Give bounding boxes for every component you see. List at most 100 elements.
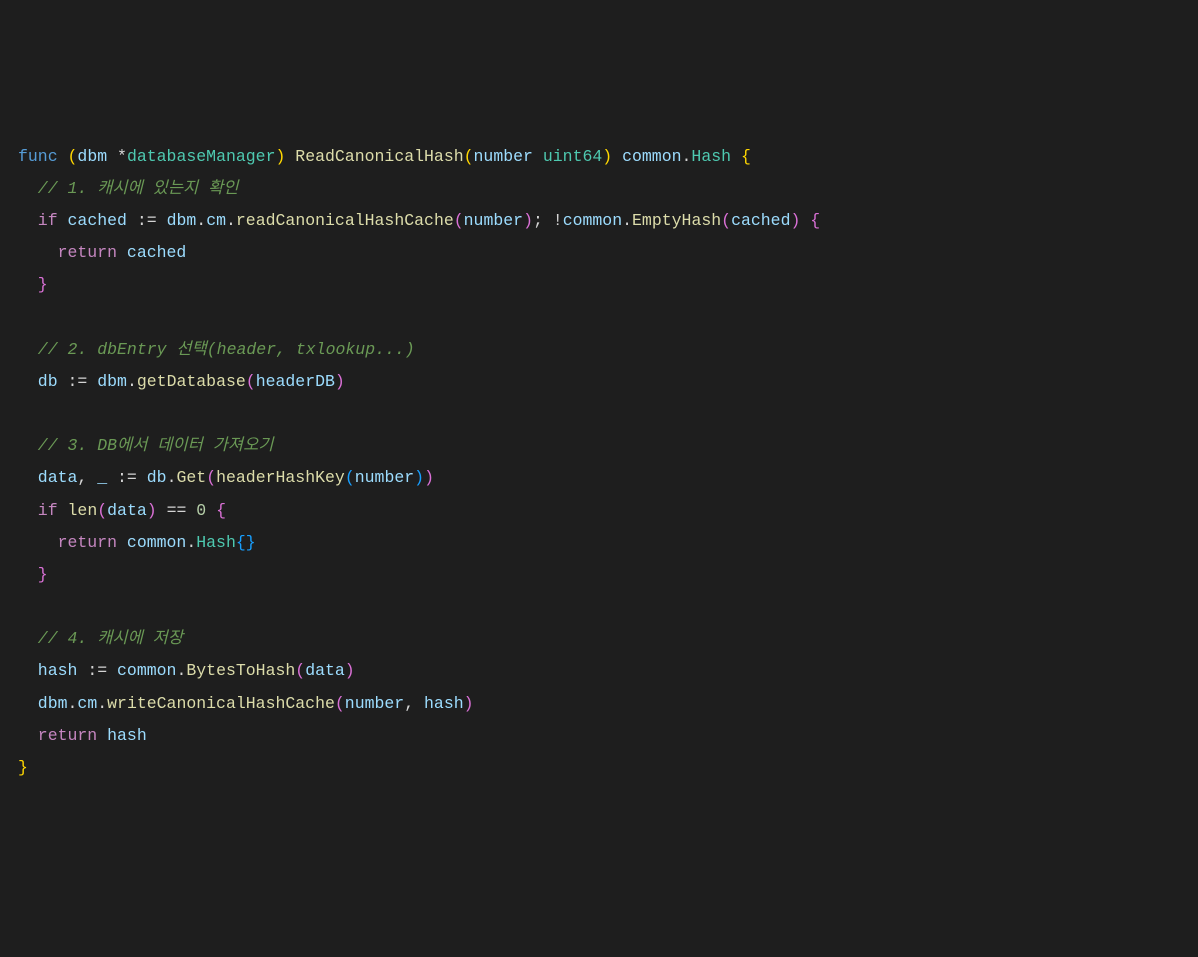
paren-close: ) [424,468,434,487]
paren-close: ) [345,661,355,680]
code-line: } [18,752,1180,784]
var-name: cached [68,211,127,230]
var-name: db [147,468,167,487]
code-line: return hash [18,720,1180,752]
paren-open: ( [295,661,305,680]
pkg-name: common [622,147,681,166]
dot: . [176,661,186,680]
brace-open: { [216,501,226,520]
type-name: databaseManager [127,147,276,166]
code-line: return cached [18,237,1180,269]
code-line: // 1. 캐시에 있는지 확인 [18,173,1180,205]
comment: // 4. 캐시에 저장 [38,629,183,648]
code-line: } [18,269,1180,301]
paren-open: ( [464,147,474,166]
paren-open: ( [246,372,256,391]
paren-close: ) [147,501,157,520]
brace-open: { [741,147,751,166]
code-line: return common.Hash{} [18,527,1180,559]
keyword-return: return [58,533,117,552]
code-editor-view: func (dbm *databaseManager) ReadCanonica… [18,141,1180,784]
paren-close: ) [414,468,424,487]
number-literal: 0 [196,501,206,520]
paren-open: ( [335,694,345,713]
dot: . [97,694,107,713]
code-line: // 2. dbEntry 선택(header, txlookup...) [18,334,1180,366]
paren-open: ( [97,501,107,520]
var-name: db [38,372,58,391]
code-line-blank [18,591,1180,623]
comment: // 2. dbEntry 선택(header, txlookup...) [38,340,415,359]
code-line: func (dbm *databaseManager) ReadCanonica… [18,141,1180,173]
field-name: cm [206,211,226,230]
not-op: ! [553,211,563,230]
var-name: cached [127,243,186,262]
arg-name: number [345,694,404,713]
keyword-if: if [38,501,58,520]
comma: , [404,694,414,713]
pkg-name: common [563,211,622,230]
type-name: uint64 [543,147,602,166]
brace-close: } [38,275,48,294]
pointer-star: * [117,147,127,166]
brace-close: } [38,565,48,584]
paren-open: ( [454,211,464,230]
brace-close: } [246,533,256,552]
var-name: dbm [97,372,127,391]
dot: . [68,694,78,713]
type-name: Hash [691,147,731,166]
method-name: Get [176,468,206,487]
receiver-var: dbm [77,147,107,166]
field-name: cm [77,694,97,713]
arg-name: headerDB [256,372,335,391]
method-name: writeCanonicalHashCache [107,694,335,713]
code-line: if len(data) == 0 { [18,495,1180,527]
arg-name: number [355,468,414,487]
arg-name: data [107,501,147,520]
func-name: ReadCanonicalHash [295,147,463,166]
dot: . [127,372,137,391]
paren-open: ( [206,468,216,487]
func-name: headerHashKey [216,468,345,487]
type-name: Hash [196,533,236,552]
code-line: if cached := dbm.cm.readCanonicalHashCac… [18,205,1180,237]
param-name: number [474,147,533,166]
paren-open: ( [68,147,78,166]
brace-open: { [810,211,820,230]
builtin-func: len [68,501,98,520]
pkg-name: common [127,533,186,552]
func-name: EmptyHash [632,211,721,230]
pkg-name: common [117,661,176,680]
blank-ident: _ [97,468,107,487]
code-line: dbm.cm.writeCanonicalHashCache(number, h… [18,688,1180,720]
assign-op: := [87,661,107,680]
eq-op: == [167,501,187,520]
code-line-blank [18,302,1180,334]
paren-open: ( [721,211,731,230]
paren-close: ) [335,372,345,391]
paren-close: ) [602,147,612,166]
comma: , [77,468,87,487]
dot: . [186,533,196,552]
method-name: readCanonicalHashCache [236,211,454,230]
code-line-blank [18,398,1180,430]
keyword-return: return [58,243,117,262]
arg-name: hash [424,694,464,713]
arg-name: data [305,661,345,680]
brace-open: { [236,533,246,552]
keyword-func: func [18,147,58,166]
keyword-if: if [38,211,58,230]
paren-close: ) [464,694,474,713]
dot: . [167,468,177,487]
dot: . [682,147,692,166]
comment: // 1. 캐시에 있는지 확인 [38,179,239,198]
var-name: dbm [38,694,68,713]
paren-close: ) [523,211,533,230]
paren-open: ( [345,468,355,487]
var-name: data [38,468,78,487]
paren-close: ) [790,211,800,230]
arg-name: cached [731,211,790,230]
dot: . [226,211,236,230]
method-name: getDatabase [137,372,246,391]
code-line: hash := common.BytesToHash(data) [18,655,1180,687]
